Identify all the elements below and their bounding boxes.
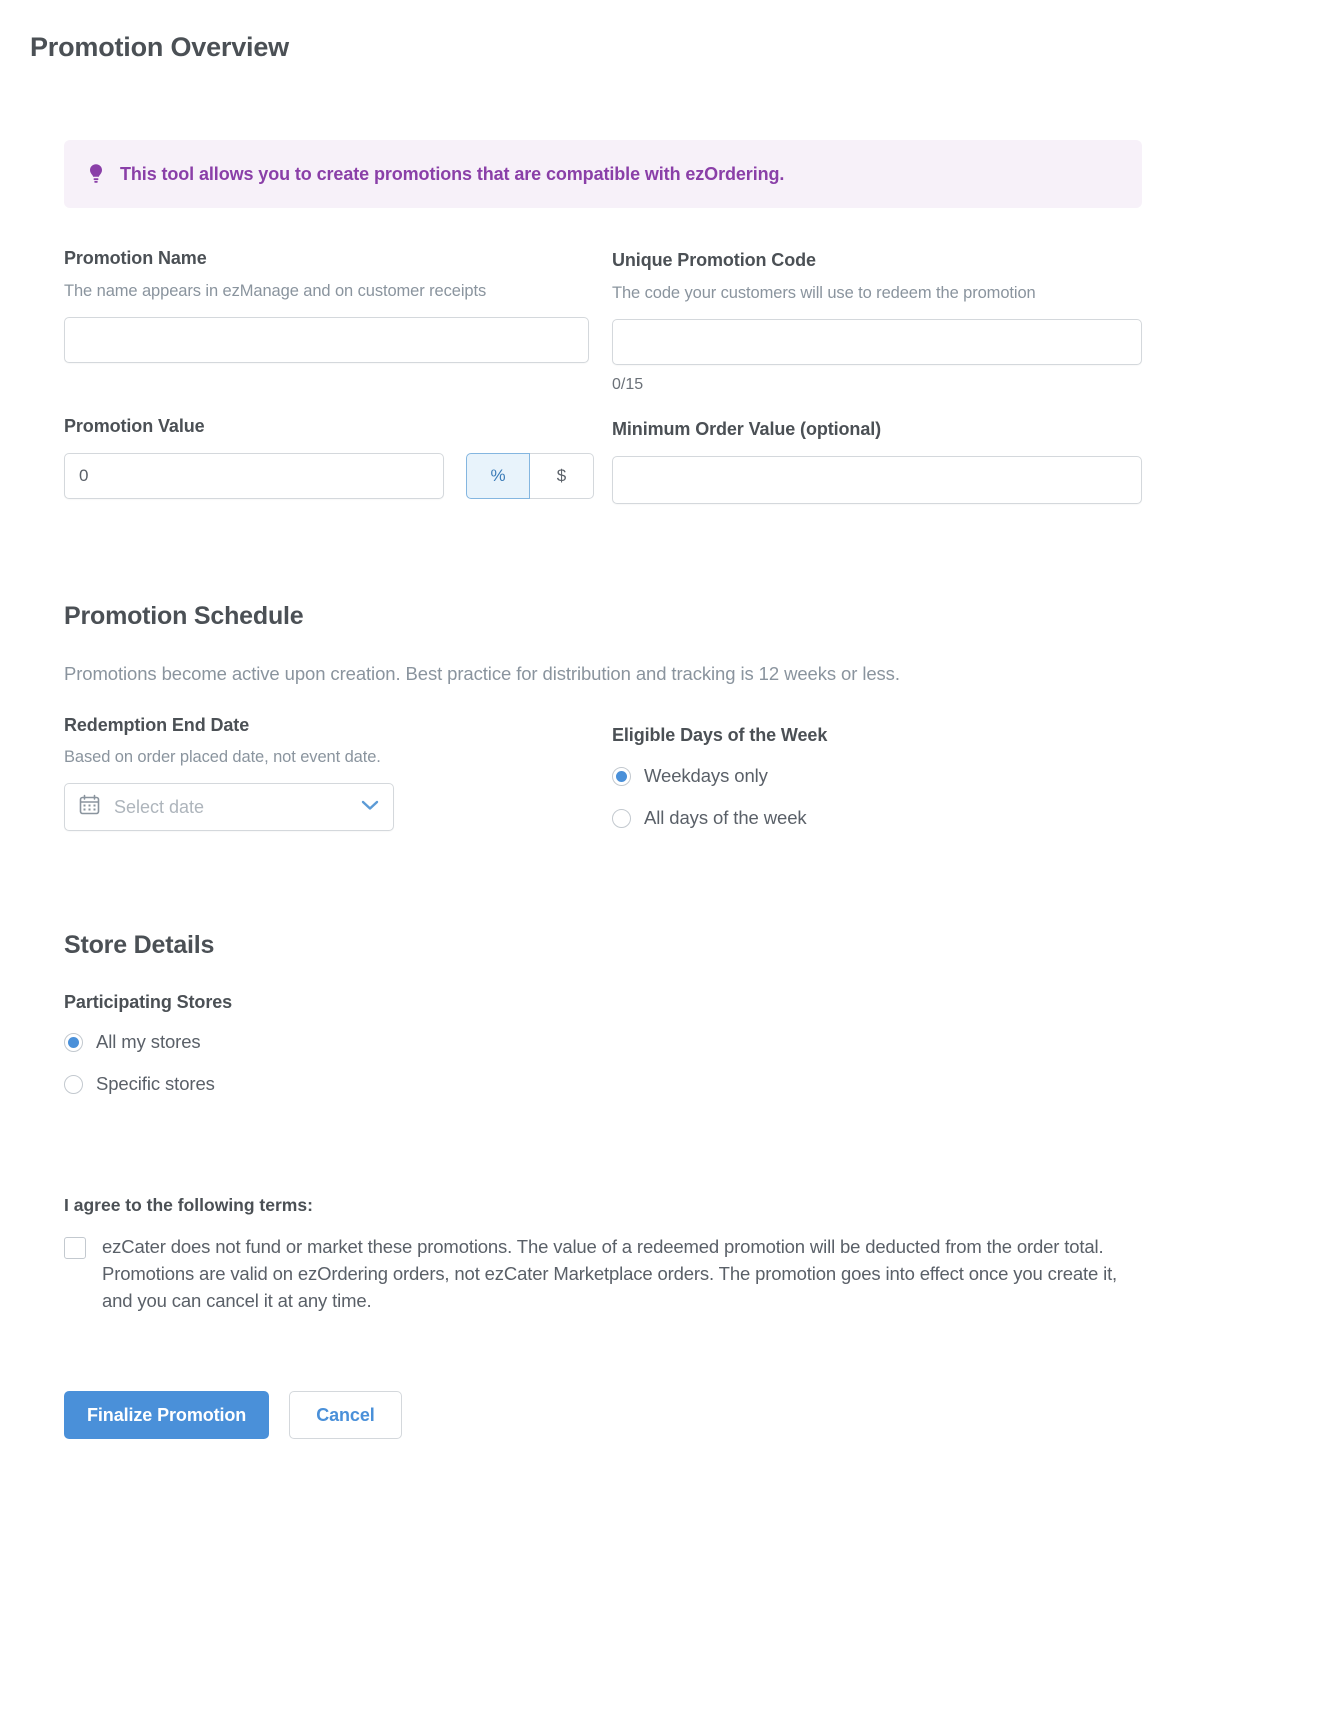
store-details-title: Store Details — [64, 931, 215, 959]
overview-row-2: Promotion Value % $ Minimum Order Value … — [64, 416, 1142, 504]
promotion-name-label: Promotion Name — [64, 248, 207, 268]
info-banner-text: This tool allows you to create promotion… — [120, 163, 785, 184]
promotion-code-label: Unique Promotion Code — [612, 250, 816, 270]
promotion-code-counter: 0/15 — [612, 376, 644, 393]
radio-specific-stores-indicator[interactable] — [64, 1074, 83, 1094]
participating-stores-label: Participating Stores — [64, 992, 233, 1012]
redemption-end-date-help: Based on order placed date, not event da… — [64, 748, 381, 766]
promotion-name-field: Promotion Name The name appears in ezMan… — [64, 248, 612, 394]
calendar-icon — [79, 794, 100, 820]
eligible-days-label: Eligible Days of the Week — [612, 725, 828, 745]
promotion-value-field: Promotion Value % $ — [64, 416, 612, 504]
redemption-end-date-field: Redemption End Date Based on order place… — [64, 715, 612, 831]
unit-percent-button[interactable]: % — [466, 453, 530, 499]
minimum-order-value-label: Minimum Order Value (optional) — [612, 419, 882, 439]
minimum-order-value-input[interactable] — [612, 456, 1142, 504]
radio-all-days-indicator[interactable] — [612, 808, 631, 828]
store-details-section: Store Details Participating Stores All m… — [64, 931, 1142, 1095]
radio-all-my-stores-label: All my stores — [96, 1031, 201, 1052]
lightbulb-icon — [86, 162, 106, 186]
redemption-end-date-placeholder: Select date — [114, 796, 205, 817]
radio-all-my-stores-indicator[interactable] — [64, 1032, 83, 1052]
overview-row-1: Promotion Name The name appears in ezMan… — [64, 248, 1142, 394]
schedule-row: Redemption End Date Based on order place… — [64, 715, 1142, 831]
promotion-value-unit-toggle[interactable]: % $ — [466, 453, 594, 499]
schedule-section: Promotion Schedule Promotions become act… — [64, 602, 1142, 831]
form-actions: Finalize Promotion Cancel — [64, 1391, 1142, 1440]
promotion-code-field: Unique Promotion Code The code your cust… — [612, 248, 1142, 394]
radio-specific-stores[interactable]: Specific stores — [64, 1073, 1142, 1095]
terms-title: I agree to the following terms: — [64, 1195, 313, 1215]
promotion-name-help: The name appears in ezManage and on cust… — [64, 282, 487, 300]
schedule-title: Promotion Schedule — [64, 602, 304, 630]
promotion-value-input[interactable] — [64, 453, 444, 499]
minimum-order-value-field: Minimum Order Value (optional) — [612, 416, 1142, 504]
radio-all-days-label: All days of the week — [644, 807, 807, 828]
promotion-code-help: The code your customers will use to rede… — [612, 284, 1036, 302]
radio-all-days[interactable]: All days of the week — [612, 807, 1142, 829]
promotion-code-input[interactable] — [612, 319, 1142, 365]
info-banner: This tool allows you to create promotion… — [64, 140, 1142, 208]
radio-weekdays-only-label: Weekdays only — [644, 765, 768, 786]
radio-weekdays-only[interactable]: Weekdays only — [612, 765, 1142, 787]
chevron-down-icon[interactable] — [361, 798, 379, 816]
finalize-promotion-button[interactable]: Finalize Promotion — [64, 1391, 270, 1440]
radio-all-my-stores[interactable]: All my stores — [64, 1031, 1142, 1053]
promotion-name-input[interactable] — [64, 317, 589, 363]
terms-checkbox[interactable] — [64, 1237, 86, 1259]
page-title: Promotion Overview — [30, 32, 289, 62]
cancel-button[interactable]: Cancel — [289, 1391, 402, 1440]
terms-text: ezCater does not fund or market these pr… — [102, 1236, 1118, 1311]
schedule-description: Promotions become active upon creation. … — [64, 663, 900, 684]
promotion-value-label: Promotion Value — [64, 416, 205, 436]
redemption-end-date-picker[interactable]: Select date — [64, 783, 394, 831]
eligible-days-field: Eligible Days of the Week Weekdays only … — [612, 715, 1142, 831]
redemption-end-date-label: Redemption End Date — [64, 715, 250, 735]
radio-weekdays-only-indicator[interactable] — [612, 766, 631, 786]
terms-section: I agree to the following terms: ezCater … — [64, 1195, 1142, 1314]
radio-specific-stores-label: Specific stores — [96, 1073, 215, 1094]
unit-dollar-button[interactable]: $ — [530, 453, 594, 499]
form-content: This tool allows you to create promotion… — [64, 140, 1142, 1440]
